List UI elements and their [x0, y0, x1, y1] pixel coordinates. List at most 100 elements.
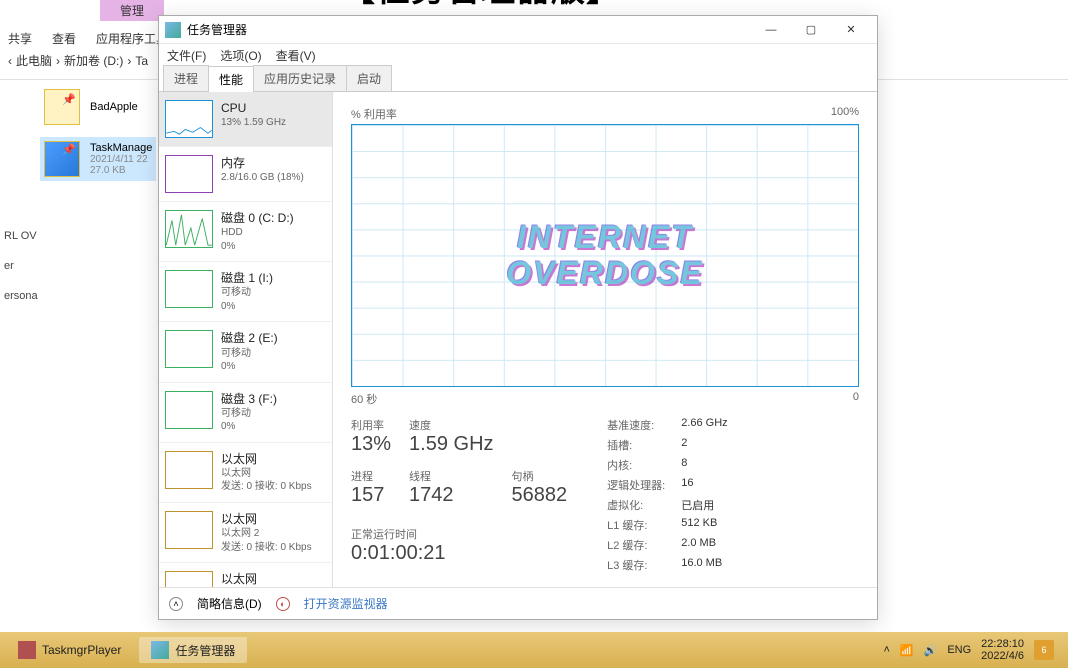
- tab-processes[interactable]: 进程: [163, 65, 209, 91]
- stat-handles: 56882: [512, 484, 568, 507]
- tab-app-history[interactable]: 应用历史记录: [253, 65, 347, 91]
- cpu-stats: 利用率 13% 速度 1.59 GHz 进程 157 线程 1742 句柄 56…: [351, 417, 859, 573]
- explorer-file-list: 📌 BadApple 📌 TaskManage 2021/4/11 22 27.…: [40, 85, 156, 181]
- toolbar-share[interactable]: 共享: [8, 30, 32, 47]
- detail-value: 512 KB: [681, 517, 727, 533]
- thumb-chart-icon: [165, 270, 213, 308]
- detail-label: 基准速度:: [607, 417, 665, 433]
- pin-icon: 📌: [62, 143, 76, 156]
- chart-art-overlay: INTERNET OVERDOSE: [360, 133, 850, 378]
- panel-disk-3[interactable]: 磁盘 1 (I:)可移动0%: [159, 262, 332, 322]
- stat-threads: 1742: [409, 484, 493, 507]
- thumb-chart-icon: [165, 511, 213, 549]
- panel-cpu-0[interactable]: CPU13% 1.59 GHz: [159, 92, 332, 147]
- notification-icon[interactable]: 6: [1034, 640, 1054, 660]
- panel-name: 内存: [221, 155, 304, 171]
- detail-value: 8: [681, 457, 727, 473]
- chevron-up-icon[interactable]: ˄: [169, 597, 183, 611]
- titlebar[interactable]: 任务管理器 — ▢ ✕: [159, 16, 877, 44]
- panel-disk-5[interactable]: 磁盘 3 (F:)可移动0%: [159, 383, 332, 443]
- thumb-chart-icon: [165, 330, 213, 368]
- taskbar-item-taskmgr[interactable]: 任务管理器: [139, 637, 247, 663]
- explorer-sidebar: RL OV er ersona: [0, 230, 38, 302]
- panel-name: 磁盘 2 (E:): [221, 330, 278, 346]
- detail-label: L2 缓存:: [607, 537, 665, 553]
- performance-main: % 利用率 100% INTERNET OVERDOSE 60 秒 0 利用率 …: [333, 92, 877, 587]
- menu-options[interactable]: 选项(O): [220, 47, 261, 64]
- volume-icon[interactable]: 🔊: [924, 644, 938, 657]
- panel-disk-4[interactable]: 磁盘 2 (E:)可移动0%: [159, 322, 332, 382]
- ime-indicator[interactable]: ENG: [947, 644, 971, 656]
- chart-label-util: % 利用率: [351, 106, 397, 122]
- thumb-chart-icon: [165, 210, 213, 248]
- detail-value: 2: [681, 437, 727, 453]
- chart-label-60s: 60 秒: [351, 391, 377, 407]
- window-title: 任务管理器: [187, 21, 751, 38]
- tab-performance[interactable]: 性能: [208, 66, 254, 92]
- performance-sidebar[interactable]: CPU13% 1.59 GHz内存2.8/16.0 GB (18%)磁盘 0 (…: [159, 92, 333, 587]
- explorer-ribbon-tab[interactable]: 管理: [100, 0, 164, 21]
- pin-icon: 📌: [62, 93, 76, 106]
- toolbar-view[interactable]: 查看: [52, 30, 76, 47]
- stat-utilization: 13%: [351, 433, 391, 456]
- detail-label: 虚拟化:: [607, 497, 665, 513]
- stat-processes: 157: [351, 484, 391, 507]
- menu-view[interactable]: 查看(V): [276, 47, 316, 64]
- detail-value: 2.0 MB: [681, 537, 727, 553]
- tab-bar: 进程 性能 应用历史记录 启动: [159, 66, 877, 92]
- thumb-chart-icon: [165, 100, 213, 138]
- file-item-taskmanager[interactable]: TaskManage 2021/4/11 22 27.0 KB: [40, 137, 156, 181]
- tray-chevron-icon[interactable]: ˄: [883, 644, 889, 656]
- taskbar[interactable]: TaskmgrPlayer 任务管理器 ˄ 📶 🔊 ENG 22:28:10 2…: [0, 632, 1068, 668]
- panel-name: 以太网: [221, 511, 312, 527]
- clock[interactable]: 22:28:10 2022/4/6: [981, 638, 1024, 662]
- panel-mem-1[interactable]: 内存2.8/16.0 GB (18%): [159, 147, 332, 202]
- panel-name: 磁盘 3 (F:): [221, 391, 277, 407]
- chart-label-100: 100%: [831, 106, 859, 122]
- network-icon[interactable]: 📶: [900, 644, 914, 657]
- taskbar-item-player[interactable]: TaskmgrPlayer: [6, 637, 133, 663]
- stat-speed: 1.59 GHz: [409, 433, 493, 456]
- detail-label: L3 缓存:: [607, 557, 665, 573]
- cpu-utilization-chart[interactable]: INTERNET OVERDOSE: [351, 124, 859, 387]
- detail-value: 已启用: [681, 497, 727, 513]
- panel-name: 磁盘 0 (C: D:): [221, 210, 294, 226]
- taskmgr-icon: [165, 22, 181, 38]
- open-resmon-link[interactable]: 打开资源监视器: [304, 595, 388, 612]
- panel-name: CPU: [221, 100, 286, 116]
- thumb-chart-icon: [165, 451, 213, 489]
- panel-disk-2[interactable]: 磁盘 0 (C: D:)HDD0%: [159, 202, 332, 262]
- menu-file[interactable]: 文件(F): [167, 47, 206, 64]
- brief-info-link[interactable]: 简略信息(D): [197, 595, 262, 612]
- stat-uptime: 0:01:00:21: [351, 542, 567, 565]
- wine-icon: [18, 641, 36, 659]
- taskmgr-icon: [151, 641, 169, 659]
- breadcrumb[interactable]: ‹ 此电脑 › 新加卷 (D:) › Ta: [8, 52, 148, 69]
- detail-label: 插槽:: [607, 437, 665, 453]
- detail-label: L1 缓存:: [607, 517, 665, 533]
- cpu-details: 基准速度: 2.66 GHz 插槽: 2 内核: 8 逻辑处理器: 16 虚拟化: 已启用 L1 缓…: [607, 417, 728, 573]
- panel-name: 磁盘 1 (I:): [221, 270, 273, 286]
- panel-net-7[interactable]: 以太网以太网 2发送: 0 接收: 0 Kbps: [159, 503, 332, 563]
- detail-value: 16: [681, 477, 727, 493]
- thumb-chart-icon: [165, 391, 213, 429]
- detail-value: 16.0 MB: [681, 557, 727, 573]
- task-manager-window: 任务管理器 — ▢ ✕ 文件(F) 选项(O) 查看(V) 进程 性能 应用历史…: [158, 15, 878, 620]
- detail-label: 逻辑处理器:: [607, 477, 665, 493]
- detail-label: 内核:: [607, 457, 665, 473]
- file-item-badapple[interactable]: BadApple: [40, 85, 156, 129]
- detail-value: 2.66 GHz: [681, 417, 727, 433]
- resmon-icon: ◐: [276, 597, 290, 611]
- panel-name: 以太网: [221, 571, 259, 587]
- thumb-chart-icon: [165, 155, 213, 193]
- system-tray[interactable]: ˄ 📶 🔊 ENG 22:28:10 2022/4/6 6: [883, 638, 1062, 662]
- minimize-button[interactable]: —: [751, 18, 791, 42]
- explorer-toolbar: 共享 查看 应用程序工具: [0, 25, 176, 52]
- panel-net-8[interactable]: 以太网以太网 3: [159, 563, 332, 587]
- maximize-button[interactable]: ▢: [791, 18, 831, 42]
- panel-net-6[interactable]: 以太网以太网发送: 0 接收: 0 Kbps: [159, 443, 332, 503]
- chart-label-0: 0: [853, 391, 859, 407]
- panel-name: 以太网: [221, 451, 312, 467]
- tab-startup[interactable]: 启动: [346, 65, 392, 91]
- close-button[interactable]: ✕: [831, 18, 871, 42]
